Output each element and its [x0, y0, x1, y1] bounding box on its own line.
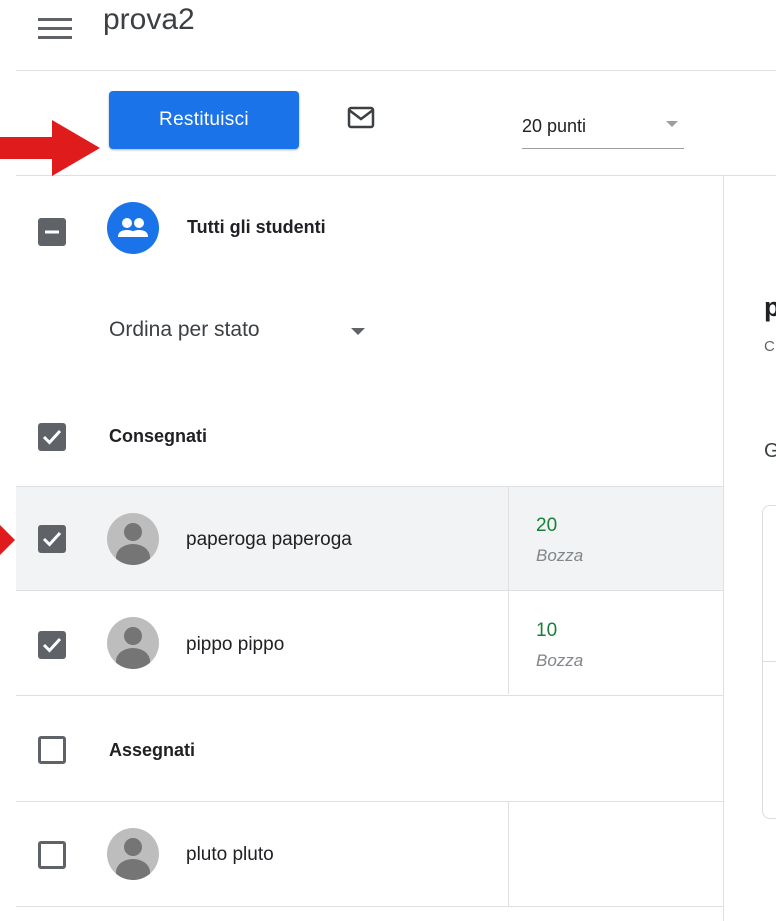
grade-value[interactable]: 10 — [536, 620, 557, 642]
grade-value[interactable]: 20 — [536, 515, 557, 537]
section-label-consegnati: Consegnati — [109, 426, 208, 446]
mail-icon[interactable] — [343, 105, 379, 133]
red-arrow-annotation-small — [0, 525, 16, 555]
select-all-checkbox[interactable] — [38, 218, 66, 246]
attachment-card[interactable] — [762, 505, 776, 819]
points-value: 20 punti — [522, 116, 587, 136]
menu-icon[interactable] — [38, 18, 72, 40]
section-checkbox-consegnati[interactable] — [38, 423, 66, 451]
dropdown-arrow-icon — [666, 121, 678, 127]
student-checkbox[interactable] — [38, 525, 66, 553]
return-button[interactable]: Restituisci — [109, 91, 299, 149]
avatar — [107, 617, 159, 669]
all-students-label[interactable]: Tutti gli studenti — [187, 217, 326, 238]
avatar — [107, 513, 159, 565]
column-divider — [508, 591, 509, 694]
section-checkbox-assegnati[interactable] — [38, 736, 66, 764]
student-detail-subtitle: C — [764, 338, 775, 355]
red-arrow-annotation — [0, 120, 102, 176]
column-divider — [508, 802, 509, 906]
sort-by-status-select[interactable]: Ordina per stato — [109, 318, 260, 342]
grade-status: Bozza — [536, 546, 584, 565]
student-checkbox[interactable] — [38, 841, 66, 869]
card-divider — [762, 661, 776, 662]
page-title: prova2 — [103, 3, 195, 36]
column-divider — [508, 487, 509, 590]
student-checkbox[interactable] — [38, 631, 66, 659]
dropdown-arrow-icon[interactable] — [351, 328, 365, 335]
student-name[interactable]: pippo pippo — [186, 634, 284, 656]
student-detail-title: p — [764, 292, 776, 322]
student-name[interactable]: pluto pluto — [186, 844, 274, 866]
points-select[interactable]: 20 punti — [522, 104, 684, 149]
list-bottom-divider — [16, 906, 723, 907]
avatar — [107, 828, 159, 880]
section-label-assegnati: Assegnati — [109, 740, 196, 760]
group-icon — [107, 202, 159, 254]
grade-status: Bozza — [536, 651, 584, 670]
student-name[interactable]: paperoga paperoga — [186, 529, 352, 551]
student-detail-section-heading: G — [764, 440, 776, 462]
